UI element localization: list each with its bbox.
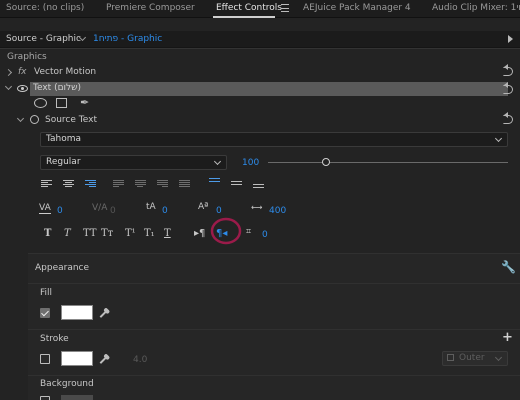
faux-bold-button[interactable]: T (44, 228, 51, 239)
all-caps-button[interactable]: TT (83, 228, 97, 239)
faux-italic-button[interactable]: T (64, 228, 71, 239)
play-arrow-icon[interactable] (508, 35, 513, 43)
superscript-button[interactable]: T¹ (125, 228, 136, 239)
stroke-width-value[interactable]: 4.0 (133, 355, 147, 365)
stroke-checkbox[interactable] (40, 354, 50, 364)
source-text-label: Source Text (45, 115, 97, 125)
wrench-icon[interactable]: 🔧 (501, 260, 516, 274)
subscript-button[interactable]: T₁ (144, 228, 155, 239)
justify-all-icon[interactable] (179, 180, 190, 189)
align-top-icon[interactable] (209, 178, 220, 187)
panel-menu-icon[interactable] (281, 4, 289, 12)
tab-width-icon: ⟷ (251, 203, 263, 212)
small-caps-button[interactable]: Tт (101, 228, 113, 239)
align-bottom-icon[interactable] (253, 184, 264, 193)
visibility-eye-icon[interactable] (17, 85, 28, 92)
background-checkbox[interactable] (40, 396, 50, 400)
left-to-right-icon[interactable]: ▸¶ (194, 228, 205, 239)
kerning-value[interactable]: 0 (57, 206, 63, 216)
fill-checkbox[interactable] (40, 308, 50, 318)
source-bar: Source - Graphic 1פתיח - Graphic (0, 31, 520, 48)
leading-icon: tA (146, 202, 156, 212)
appearance-section: Appearance 🔧 (28, 253, 520, 283)
appearance-label: Appearance (35, 263, 90, 273)
fill-color-swatch[interactable] (61, 305, 93, 320)
collapse-source-text-icon[interactable] (16, 114, 25, 123)
fill-label: Fill (40, 288, 53, 298)
tracking-icon: V/A (92, 203, 108, 213)
tab-audio-clip-mixer[interactable]: Audio Clip Mixer: 1חי (432, 3, 520, 13)
stroke-type-icon (447, 354, 454, 361)
rectangle-mask-icon[interactable] (56, 98, 67, 108)
kerning-icon: VA (39, 203, 51, 214)
justify-right-icon[interactable] (157, 180, 168, 189)
justify-left-icon[interactable] (113, 180, 124, 189)
background-label: Background (40, 379, 94, 389)
tracking-value[interactable]: 0 (110, 206, 116, 216)
annotation-circle (210, 217, 242, 245)
justify-center-icon[interactable] (135, 180, 146, 189)
stroke-color-swatch[interactable] (61, 351, 93, 366)
baseline-shift-icon: Aª (198, 202, 209, 212)
sequence-clip-label[interactable]: 1פתיח - Graphic (93, 34, 162, 44)
tab-width-value[interactable]: 400 (269, 206, 286, 216)
font-size-value[interactable]: 100 (242, 158, 259, 168)
font-family-value: Tahoma (46, 134, 82, 144)
collapse-text-layer-icon[interactable] (4, 82, 13, 91)
reset-text-layer-icon[interactable] (503, 82, 513, 94)
chevron-down-icon (494, 353, 503, 362)
stroke-label: Stroke (40, 334, 69, 344)
leading-value[interactable]: 0 (162, 206, 168, 216)
panel-tab-bar: Source: (no clips) Premiere Composer Eff… (0, 0, 520, 18)
chevron-down-icon (213, 157, 222, 166)
font-size-slider-track[interactable] (268, 162, 508, 163)
align-center-icon[interactable] (63, 180, 74, 189)
add-stroke-icon[interactable]: + (502, 330, 513, 345)
font-style-value: Regular (46, 157, 81, 167)
stopwatch-icon[interactable] (30, 115, 39, 124)
text-layer-row[interactable]: Text (שלום) (30, 82, 508, 96)
font-style-dropdown[interactable]: Regular (40, 155, 227, 170)
align-right-icon[interactable] (85, 180, 96, 189)
graphics-section-title: Graphics (7, 52, 47, 62)
font-family-dropdown[interactable]: Tahoma (40, 132, 508, 147)
align-middle-icon[interactable] (231, 181, 242, 190)
tab-effect-controls[interactable]: Effect Controls (216, 3, 282, 13)
reset-vector-motion-icon[interactable] (503, 64, 513, 76)
fx-icon[interactable]: fx (18, 67, 27, 77)
vector-motion-label: Vector Motion (34, 67, 97, 77)
tab-source[interactable]: Source: (no clips) (6, 3, 84, 13)
active-tab-indicator (213, 16, 275, 18)
divider (0, 48, 520, 49)
font-size-slider-handle[interactable] (322, 158, 330, 166)
fill-eyedropper-icon[interactable] (99, 310, 108, 318)
source-clip-label[interactable]: Source - Graphic (6, 34, 81, 44)
tab-aejuice-pack-manager[interactable]: AEJuice Pack Manager 4 (303, 3, 411, 13)
expand-vector-motion-icon[interactable] (4, 68, 13, 77)
background-color-swatch[interactable] (61, 395, 93, 400)
pen-mask-icon[interactable]: ✒ (80, 96, 89, 109)
tsume-value[interactable]: 0 (262, 230, 268, 240)
underline-button[interactable]: T (164, 228, 171, 239)
fill-section: Fill (28, 283, 520, 329)
text-layer-name: Text (שלום) (33, 83, 82, 93)
chevron-down-icon (494, 134, 503, 143)
align-left-icon[interactable] (41, 180, 52, 189)
stroke-section: Stroke + 4.0 Outer (28, 329, 520, 375)
reset-source-text-icon[interactable] (503, 112, 513, 124)
tab-premiere-composer[interactable]: Premiere Composer (106, 3, 195, 13)
stroke-eyedropper-icon[interactable] (99, 356, 108, 364)
stroke-type-value: Outer (459, 353, 485, 363)
background-section: Background (28, 375, 520, 400)
stroke-type-dropdown[interactable]: Outer (442, 351, 508, 366)
ellipse-mask-icon[interactable] (34, 98, 47, 108)
